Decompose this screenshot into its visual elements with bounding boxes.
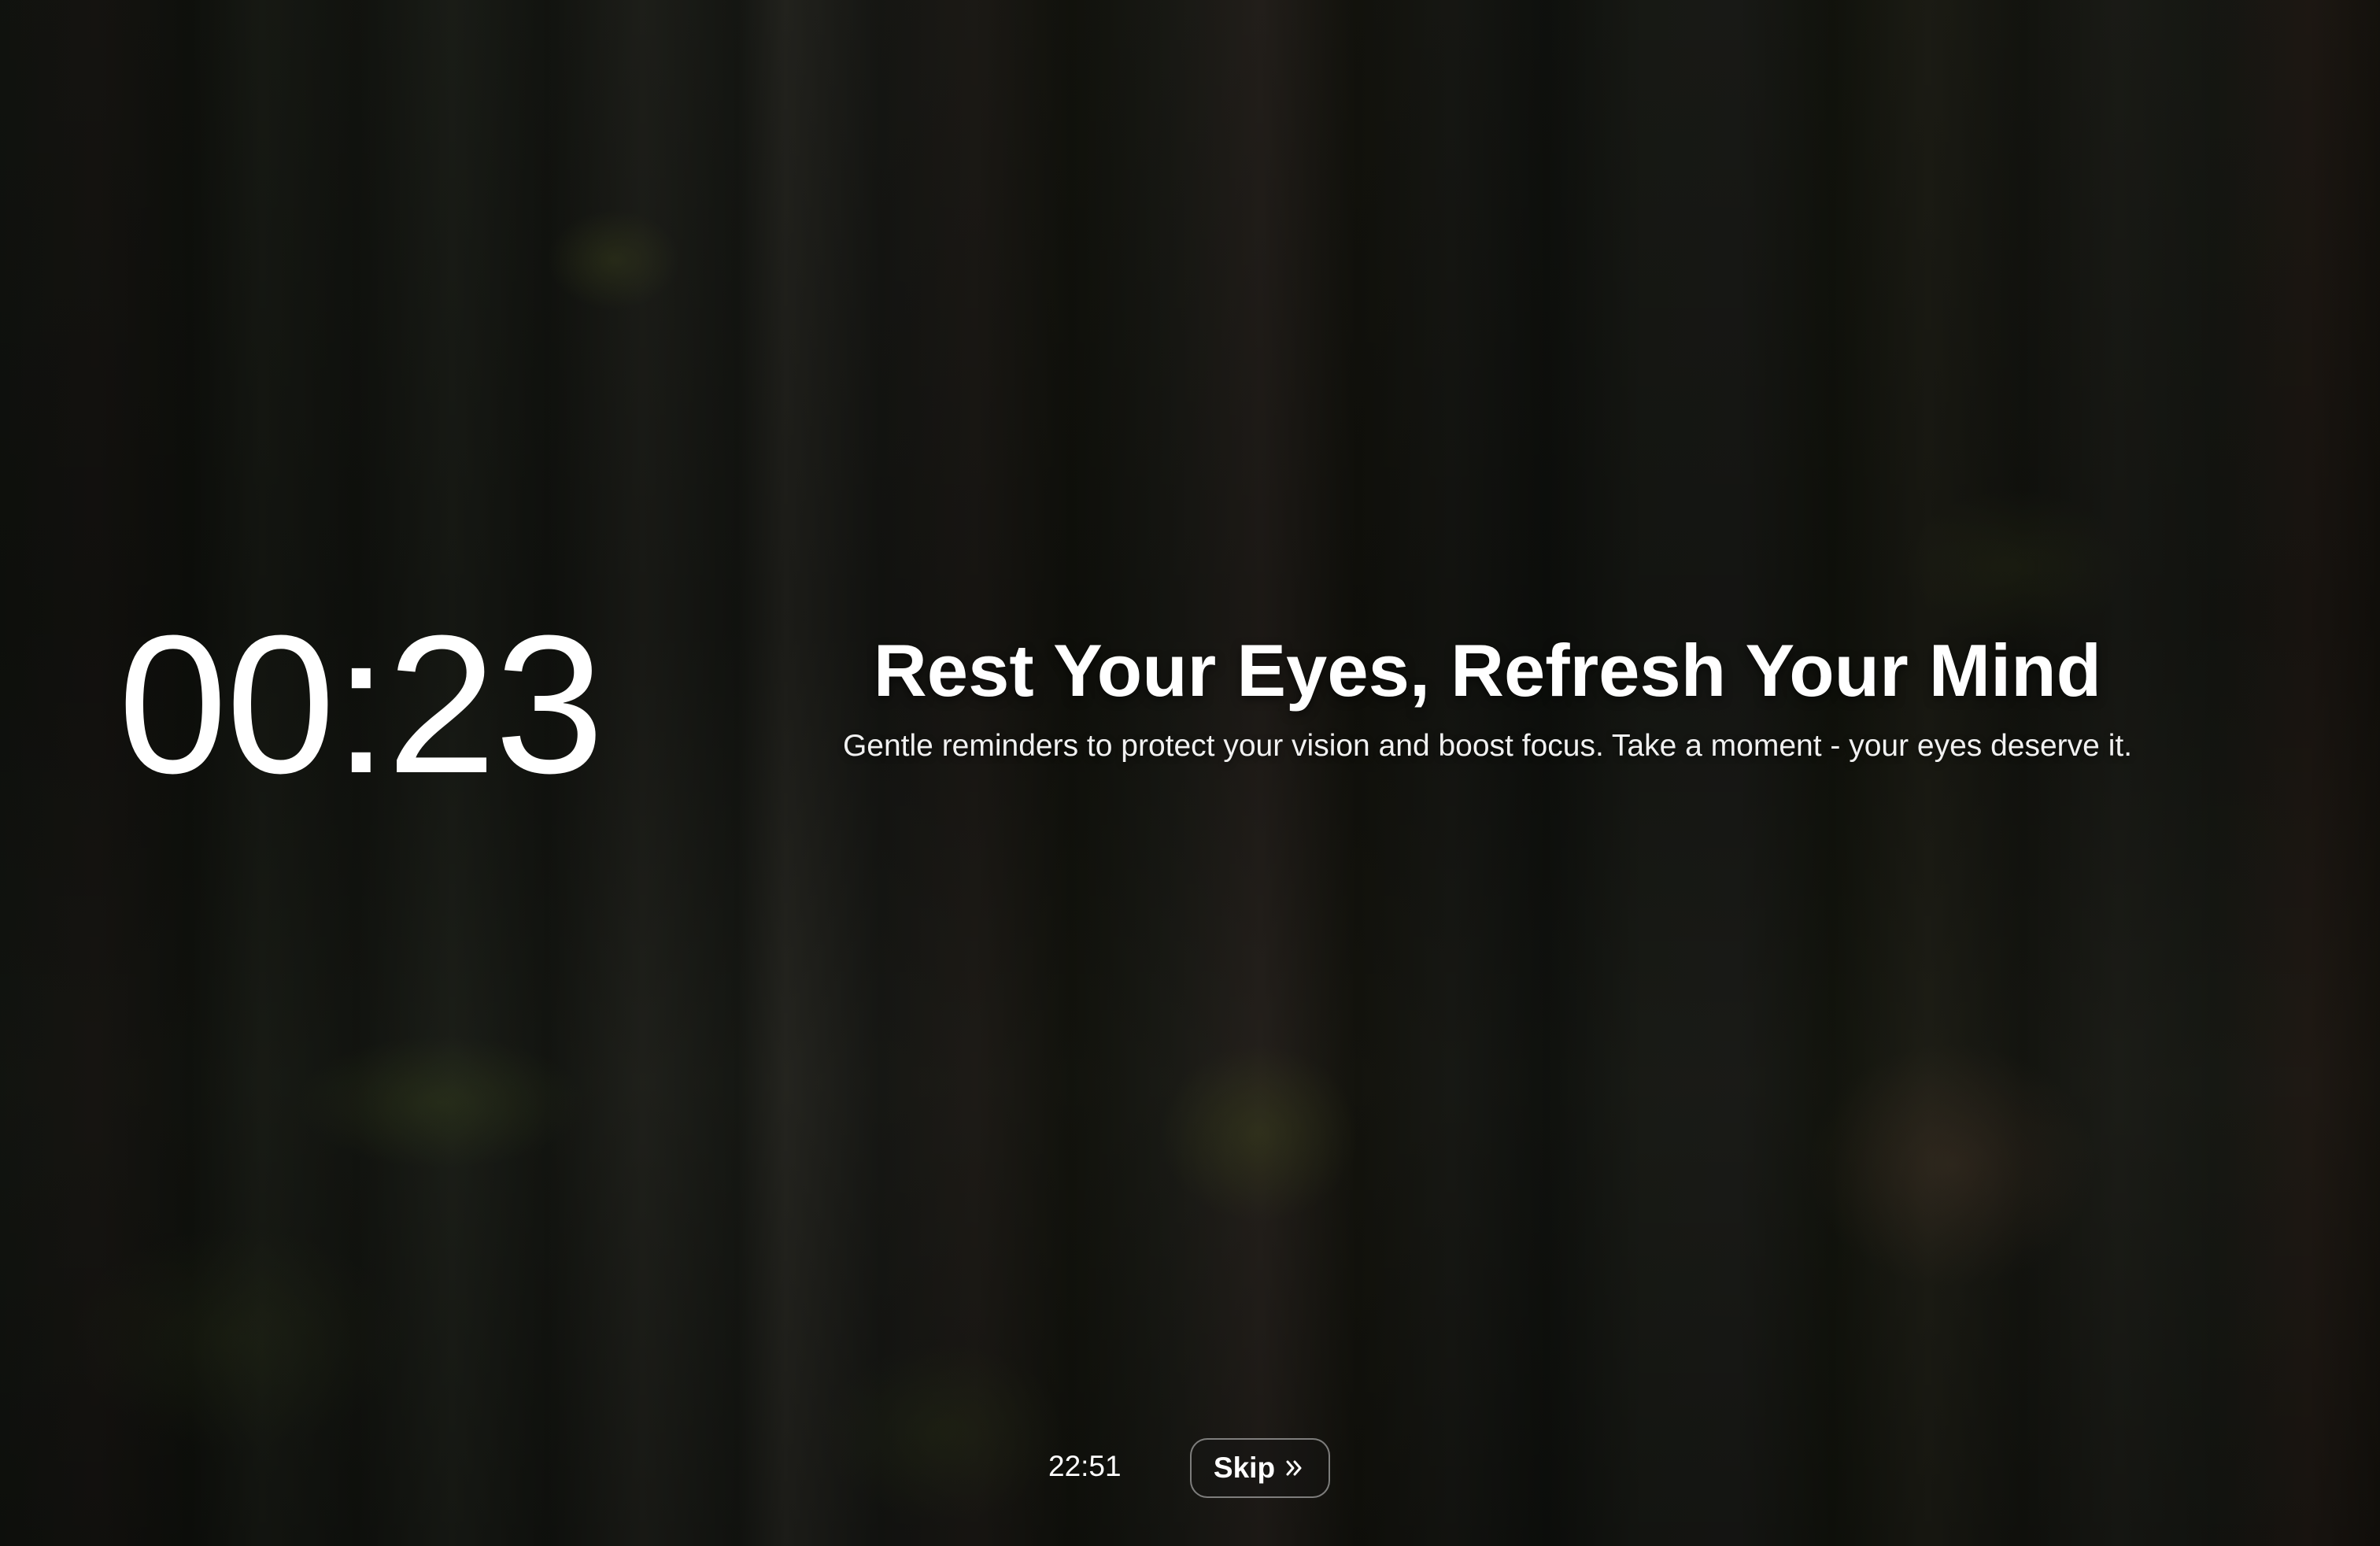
skip-button-label: Skip <box>1213 1452 1276 1484</box>
break-screen: 00:23 Rest Your Eyes, Refresh Your Mind … <box>0 0 2380 1546</box>
break-message: Rest Your Eyes, Refresh Your Mind Gentle… <box>803 630 2172 765</box>
break-headline: Rest Your Eyes, Refresh Your Mind <box>873 629 2102 712</box>
countdown-timer: 00:23 <box>118 594 604 814</box>
double-chevron-right-icon <box>1283 1456 1306 1480</box>
break-subtitle: Gentle reminders to protect your vision … <box>842 729 2133 764</box>
skip-button[interactable]: Skip <box>1190 1438 1330 1498</box>
current-time: 22:51 <box>1048 1450 1122 1482</box>
